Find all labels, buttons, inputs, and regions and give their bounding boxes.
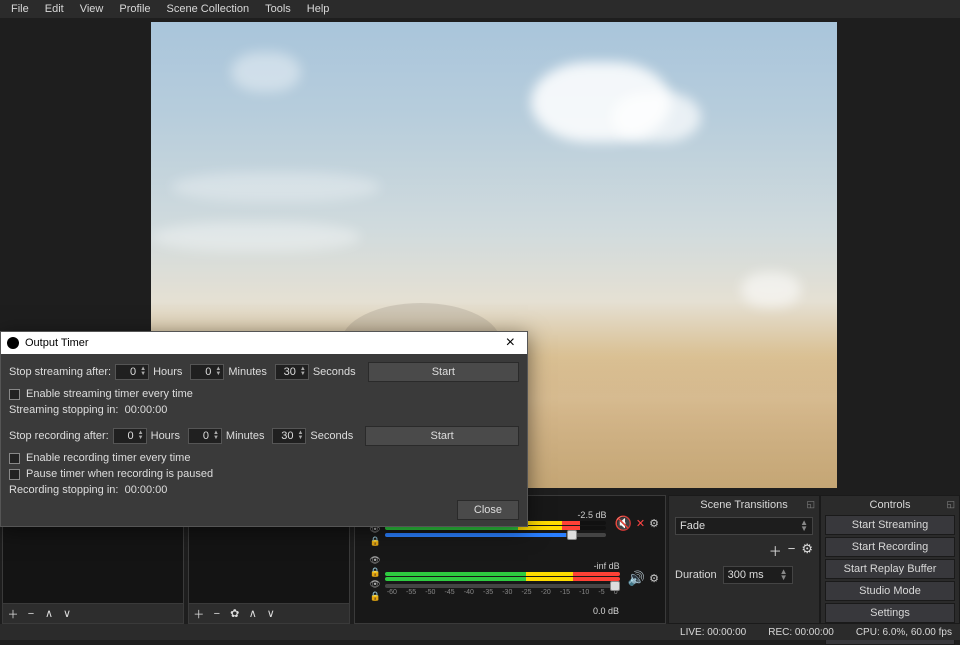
remove-scene-icon[interactable]: − <box>25 608 37 620</box>
stop-streaming-row: Stop streaming after: 0▲▼ Hours 0▲▼ Minu… <box>9 362 519 382</box>
meter-scale: -60-55-50-45-40-35-30-25-20-15-10-50 <box>385 589 620 596</box>
menu-edit[interactable]: Edit <box>38 1 71 17</box>
checkbox-icon[interactable] <box>9 453 20 464</box>
menu-view[interactable]: View <box>73 1 111 17</box>
remove-source-icon[interactable]: − <box>211 608 223 620</box>
lock-icon[interactable]: 🔒 <box>370 567 381 578</box>
stop-recording-row: Stop recording after: 0▲▼ Hours 0▲▼ Minu… <box>9 426 519 446</box>
start-recording-timer-button[interactable]: Start <box>365 426 519 446</box>
recording-seconds-spinner[interactable]: 30▲▼ <box>272 428 306 444</box>
close-icon[interactable]: × <box>500 334 521 352</box>
settings-button[interactable]: Settings <box>825 603 955 623</box>
source-props-icon[interactable]: ✿ <box>229 608 241 620</box>
transition-settings-icon[interactable]: ⚙ <box>801 541 813 560</box>
controls-panel: Controls◱ Start Streaming Start Recordin… <box>820 495 960 624</box>
app-icon <box>7 337 19 349</box>
streaming-hours-spinner[interactable]: 0▲▼ <box>115 364 149 380</box>
pause-timer-row[interactable]: Pause timer when recording is paused <box>9 468 519 480</box>
studio-mode-button[interactable]: Studio Mode <box>825 581 955 601</box>
remove-transition-icon[interactable]: − <box>788 541 796 560</box>
dialog-title-text: Output Timer <box>25 337 89 349</box>
minutes-label: Minutes <box>228 366 271 378</box>
channel-2-slider[interactable] <box>385 584 620 588</box>
menu-help[interactable]: Help <box>300 1 337 17</box>
mixer-channel-2: 👁 🔒 👁 🔒 -inf dB <box>361 555 659 602</box>
recording-minutes-spinner[interactable]: 0▲▼ <box>188 428 222 444</box>
status-cpu: CPU: 6.0%, 60.00 fps <box>856 627 952 638</box>
popout-icon[interactable]: ◱ <box>806 499 815 510</box>
minutes-label: Minutes <box>226 430 269 442</box>
stop-recording-label: Stop recording after: <box>9 430 109 442</box>
controls-title: Controls◱ <box>821 496 959 514</box>
seconds-label: Seconds <box>313 366 360 378</box>
menu-tools[interactable]: Tools <box>258 1 298 17</box>
source-down-icon[interactable]: ∨ <box>265 608 277 620</box>
seconds-label: Seconds <box>310 430 357 442</box>
start-replay-buffer-button[interactable]: Start Replay Buffer <box>825 559 955 579</box>
add-source-icon[interactable]: ＋ <box>193 608 205 620</box>
eye-icon[interactable]: 👁 <box>369 555 380 566</box>
add-transition-icon[interactable]: ＋ <box>769 541 782 560</box>
speaker-icon[interactable]: 🔊 <box>628 570 645 587</box>
menu-file[interactable]: File <box>4 1 36 17</box>
close-button[interactable]: Close <box>457 500 519 520</box>
gear-icon[interactable]: ⚙ <box>649 572 659 585</box>
menu-bar: File Edit View Profile Scene Collection … <box>0 0 960 18</box>
popout-icon[interactable]: ◱ <box>946 499 955 510</box>
start-recording-button[interactable]: Start Recording <box>825 537 955 557</box>
status-bar: LIVE: 00:00:00 REC: 00:00:00 CPU: 6.0%, … <box>0 624 960 640</box>
recording-stopping-row: Recording stopping in: 00:00:00 <box>9 484 519 496</box>
status-rec: REC: 00:00:00 <box>768 627 834 638</box>
channel-1-slider[interactable] <box>385 533 607 537</box>
duration-spinner[interactable]: 300 ms▲▼ <box>723 566 793 584</box>
eye-icon[interactable]: 👁 <box>369 579 380 590</box>
sources-toolbar: ＋ − ✿ ∧ ∨ <box>189 603 349 623</box>
status-live: LIVE: 00:00:00 <box>680 627 746 638</box>
scene-down-icon[interactable]: ∨ <box>61 608 73 620</box>
hours-label: Hours <box>153 366 186 378</box>
mute-x-icon: ✕ <box>636 517 645 530</box>
add-scene-icon[interactable]: ＋ <box>7 608 19 620</box>
enable-streaming-timer-label: Enable streaming timer every time <box>26 388 193 400</box>
source-up-icon[interactable]: ∧ <box>247 608 259 620</box>
pause-timer-label: Pause timer when recording is paused <box>26 468 213 480</box>
streaming-minutes-spinner[interactable]: 0▲▼ <box>190 364 224 380</box>
menu-scene-collection[interactable]: Scene Collection <box>160 1 257 17</box>
streaming-seconds-spinner[interactable]: 30▲▼ <box>275 364 309 380</box>
enable-recording-timer-row[interactable]: Enable recording timer every time <box>9 452 519 464</box>
transitions-title: Scene Transitions◱ <box>669 496 819 514</box>
scene-transitions-panel: Scene Transitions◱ Fade▲▼ ＋ − ⚙ Duration… <box>668 495 820 624</box>
gear-icon[interactable]: ⚙ <box>649 517 659 530</box>
menu-profile[interactable]: Profile <box>112 1 157 17</box>
recording-hours-spinner[interactable]: 0▲▼ <box>113 428 147 444</box>
start-streaming-timer-button[interactable]: Start <box>368 362 519 382</box>
checkbox-icon[interactable] <box>9 389 20 400</box>
output-timer-dialog: Output Timer × Stop streaming after: 0▲▼… <box>0 331 528 527</box>
transition-select[interactable]: Fade▲▼ <box>675 517 813 535</box>
scene-up-icon[interactable]: ∧ <box>43 608 55 620</box>
duration-label: Duration <box>675 569 717 581</box>
streaming-countdown: 00:00:00 <box>125 404 168 416</box>
scenes-toolbar: ＋ − ∧ ∨ <box>3 603 183 623</box>
channel-2-meter <box>385 572 620 576</box>
lock-icon[interactable]: 🔒 <box>370 591 381 602</box>
start-streaming-button[interactable]: Start Streaming <box>825 515 955 535</box>
mixer-footer-db: 0.0 dB <box>361 606 619 616</box>
hours-label: Hours <box>151 430 184 442</box>
enable-recording-timer-label: Enable recording timer every time <box>26 452 190 464</box>
lock-icon[interactable]: 🔒 <box>370 536 381 547</box>
recording-countdown: 00:00:00 <box>125 484 168 496</box>
channel-2-db: -inf dB <box>385 561 620 571</box>
channel-2-meter-r <box>385 577 620 581</box>
checkbox-icon[interactable] <box>9 469 20 480</box>
mute-icon[interactable]: 🔇 <box>614 515 631 532</box>
stop-streaming-label: Stop streaming after: <box>9 366 111 378</box>
dialog-titlebar[interactable]: Output Timer × <box>1 332 527 354</box>
streaming-stopping-row: Streaming stopping in: 00:00:00 <box>9 404 519 416</box>
enable-streaming-timer-row[interactable]: Enable streaming timer every time <box>9 388 519 400</box>
